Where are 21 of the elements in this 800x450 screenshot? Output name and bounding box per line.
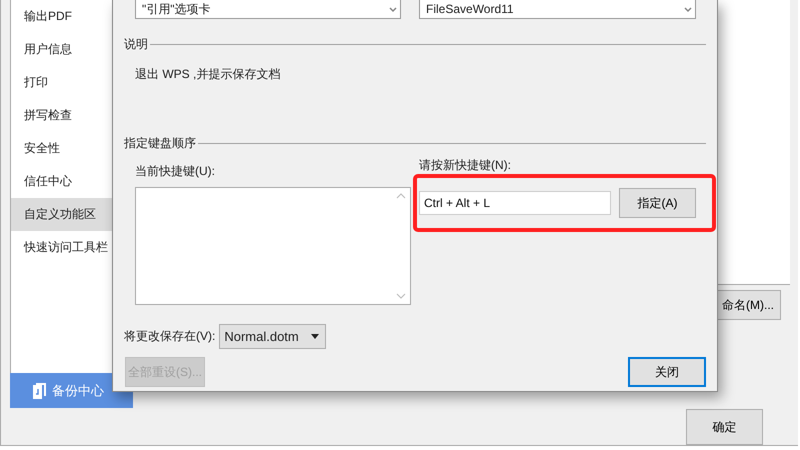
description-text: 退出 WPS ,并提示保存文档 bbox=[135, 67, 280, 81]
ok-button[interactable]: 确定 bbox=[686, 409, 763, 445]
list-item[interactable]: FileSaveWord11 bbox=[426, 2, 514, 16]
section-heading: 指定键盘顺序 bbox=[124, 135, 196, 152]
field-label: 请按新快捷键(N): bbox=[419, 157, 512, 173]
scroll-down-icon[interactable] bbox=[396, 293, 406, 299]
dropdown-arrow-icon bbox=[310, 334, 319, 339]
current-keys-list[interactable] bbox=[135, 187, 411, 305]
shortcut-input[interactable]: Ctrl + Alt + L bbox=[419, 191, 611, 215]
template-dropdown[interactable]: Normal.dotm bbox=[219, 324, 326, 349]
assign-button[interactable]: 指定(A) bbox=[619, 188, 696, 218]
scroll-up-icon[interactable] bbox=[396, 193, 406, 199]
field-label: 将更改保存在(V): bbox=[124, 328, 216, 345]
document-icon bbox=[33, 382, 46, 398]
categories-list[interactable]: "引用"选项卡 bbox=[135, 0, 401, 19]
section-heading: 说明 bbox=[124, 36, 148, 53]
rename-button[interactable]: 命名(M)... bbox=[715, 290, 781, 320]
commands-list[interactable]: FileSaveWord11 bbox=[419, 0, 696, 19]
list-item[interactable]: "引用"选项卡 bbox=[142, 0, 211, 18]
close-button[interactable]: 关闭 bbox=[628, 357, 706, 387]
field-label: 当前快捷键(U): bbox=[135, 163, 216, 179]
